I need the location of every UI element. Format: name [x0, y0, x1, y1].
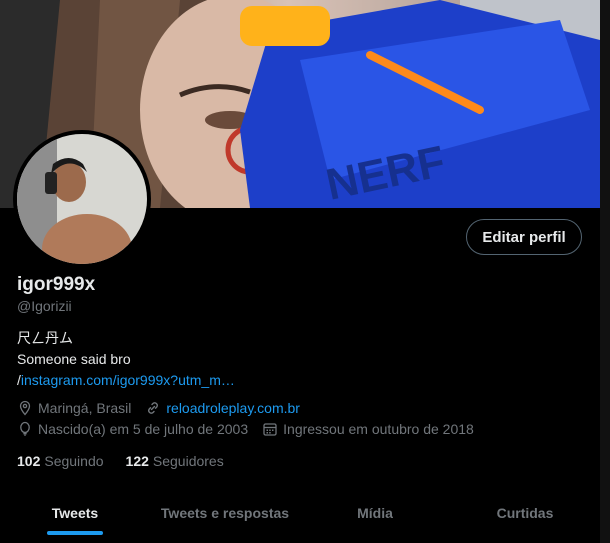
avatar-photo — [17, 134, 147, 264]
following-link[interactable]: 102 Seguindo — [17, 453, 104, 469]
profile-bio: 尺ㄥ丹ム Someone said bro /instagram.com/igo… — [17, 328, 235, 391]
profile-joined-date: Ingressou em outubro de 2018 — [283, 421, 474, 437]
scrollbar-track[interactable] — [600, 0, 610, 543]
tab-media[interactable]: Mídia — [300, 493, 450, 543]
bio-line-1: 尺ㄥ丹ム — [17, 330, 73, 346]
edit-profile-button[interactable]: Editar perfil — [466, 219, 582, 255]
tab-tweets-and-replies[interactable]: Tweets e respostas — [150, 493, 300, 543]
bio-line-3: /instagram.com/igor999x?utm_m… — [17, 370, 235, 391]
tab-likes-label: Curtidas — [496, 505, 554, 521]
follow-stats: 102 Seguindo 122 Seguidores — [17, 453, 246, 469]
tab-tweets-label: Tweets — [51, 505, 99, 521]
profile-birthday: Nascido(a) em 5 de julho de 2003 — [38, 421, 249, 437]
tab-media-label: Mídia — [357, 505, 393, 521]
tab-tweets-and-replies-label: Tweets e respostas — [160, 505, 290, 521]
active-tab-indicator — [47, 531, 103, 535]
bio-line-2: Someone said bro — [17, 351, 131, 367]
followers-count: 122 — [125, 453, 149, 469]
profile-website-link[interactable]: reloadroleplay.com.br — [166, 400, 300, 416]
profile-location: Maringá, Brasil — [38, 400, 132, 416]
profile-tabs: Tweets Tweets e respostas Mídia Curtidas — [0, 493, 600, 543]
calendar-icon — [262, 421, 278, 437]
bio-instagram-link[interactable]: instagram.com/igor999x?utm_m… — [21, 372, 235, 388]
user-handle: @Igorizii — [17, 298, 72, 314]
display-name: igor999x — [17, 274, 96, 295]
following-count: 102 — [17, 453, 41, 469]
tab-tweets[interactable]: Tweets — [0, 493, 150, 543]
avatar[interactable] — [13, 130, 151, 268]
followers-label: Seguidores — [152, 453, 224, 469]
tab-likes[interactable]: Curtidas — [450, 493, 600, 543]
location-icon — [17, 400, 33, 416]
following-label: Seguindo — [44, 453, 104, 469]
link-icon — [145, 400, 161, 416]
profile-meta-row-1: Maringá, Brasil reloadroleplay.com.br — [17, 400, 300, 416]
followers-link[interactable]: 122 Seguidores — [126, 453, 224, 469]
balloon-icon — [17, 421, 33, 437]
profile-meta-row-2: Nascido(a) em 5 de julho de 2003 Ingress… — [17, 421, 474, 437]
